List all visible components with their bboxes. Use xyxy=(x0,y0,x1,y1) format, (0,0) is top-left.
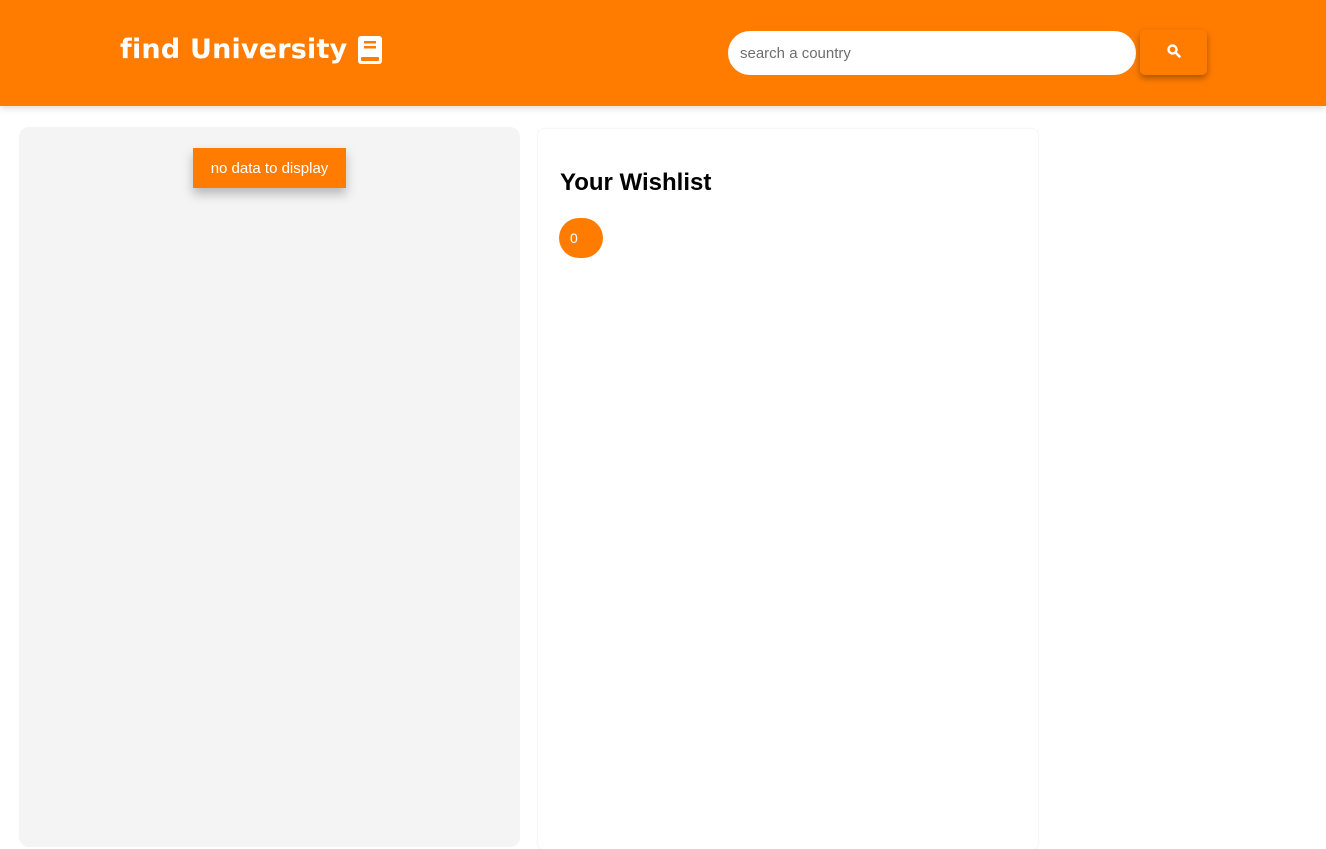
app-header: find University xyxy=(0,0,1326,106)
app-title: find University xyxy=(120,34,348,65)
wishlist-panel: Your Wishlist 0 xyxy=(538,129,1038,849)
search-button[interactable] xyxy=(1140,30,1207,75)
brand: find University xyxy=(120,34,383,65)
wishlist-title: Your Wishlist xyxy=(560,169,712,196)
results-panel xyxy=(19,127,520,847)
no-data-button[interactable]: no data to display xyxy=(193,148,346,188)
search-input[interactable] xyxy=(728,31,1136,75)
book-icon xyxy=(357,35,383,65)
wishlist-count-badge: 0 xyxy=(559,218,603,258)
search-icon xyxy=(1166,44,1181,61)
